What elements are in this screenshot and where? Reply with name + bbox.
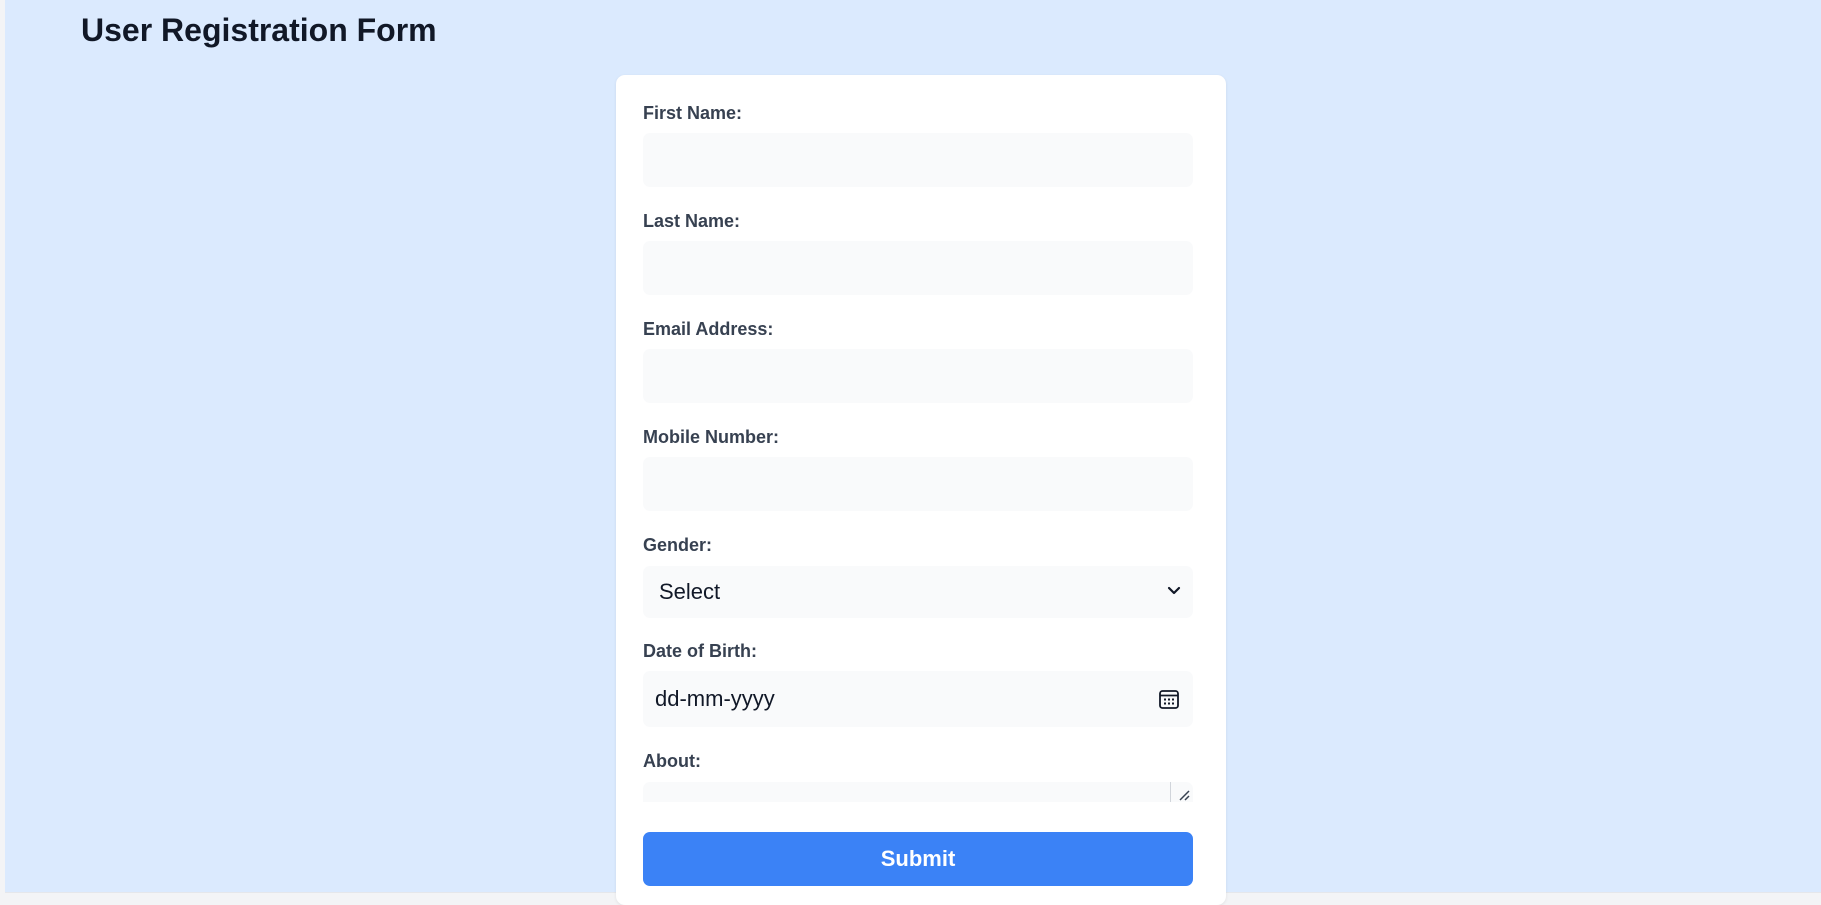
last-name-label: Last Name: bbox=[643, 211, 741, 231]
mobile-number-label: Mobile Number: bbox=[643, 427, 780, 447]
first-name-input[interactable] bbox=[643, 133, 1193, 187]
resize-grip-icon[interactable] bbox=[1177, 788, 1191, 802]
last-name-input[interactable] bbox=[643, 241, 1193, 295]
chevron-down-icon bbox=[1167, 586, 1181, 595]
calendar-icon[interactable] bbox=[1157, 687, 1181, 711]
date-of-birth-input[interactable]: dd-mm-yyyy bbox=[643, 671, 1193, 727]
date-of-birth-placeholder: dd-mm-yyyy bbox=[655, 686, 775, 711]
gender-selected-value: Select bbox=[659, 579, 721, 604]
gender-label: Gender: bbox=[643, 535, 713, 555]
about-textarea[interactable] bbox=[643, 782, 1193, 802]
date-of-birth-label: Date of Birth: bbox=[643, 641, 757, 661]
mobile-number-input[interactable] bbox=[643, 457, 1193, 511]
email-label: Email Address: bbox=[643, 319, 774, 339]
first-name-label: First Name: bbox=[643, 103, 743, 123]
registration-form-card: First Name: Last Name: Email Address: Mo… bbox=[616, 75, 1226, 905]
page-background: User Registration Form First Name: Last … bbox=[5, 0, 1821, 905]
textarea-scrollbar-divider bbox=[1170, 782, 1171, 802]
gender-select[interactable]: Select bbox=[643, 566, 1193, 618]
email-input[interactable] bbox=[643, 349, 1193, 403]
submit-button[interactable]: Submit bbox=[643, 832, 1193, 886]
page-title: User Registration Form bbox=[81, 12, 437, 48]
about-label: About: bbox=[643, 751, 701, 771]
